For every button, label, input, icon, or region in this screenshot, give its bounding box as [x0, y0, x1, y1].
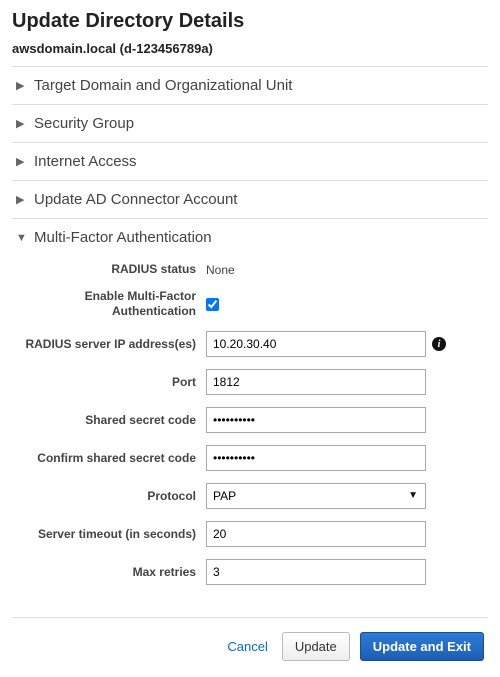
secret-label: Shared secret code	[16, 413, 206, 428]
enable-mfa-label: Enable Multi-Factor Authentication	[16, 289, 206, 319]
enable-mfa-checkbox[interactable]	[206, 298, 219, 311]
protocol-select[interactable]: PAP	[206, 483, 426, 509]
cancel-button[interactable]: Cancel	[223, 633, 271, 660]
chevron-right-icon: ▶	[16, 117, 26, 130]
section-label: Security Group	[34, 115, 134, 132]
radius-status-value: None	[206, 263, 235, 277]
chevron-down-icon: ▼	[16, 232, 26, 244]
port-input[interactable]	[206, 369, 426, 395]
radius-status-label: RADIUS status	[16, 262, 206, 277]
server-ip-label: RADIUS server IP address(es)	[16, 337, 206, 352]
section-target-domain[interactable]: ▶ Target Domain and Organizational Unit	[12, 66, 488, 104]
protocol-label: Protocol	[16, 489, 206, 504]
confirm-secret-label: Confirm shared secret code	[16, 451, 206, 466]
section-internet-access[interactable]: ▶ Internet Access	[12, 142, 488, 180]
port-label: Port	[16, 375, 206, 390]
chevron-right-icon: ▶	[16, 155, 26, 168]
page-subtitle: awsdomain.local (d-123456789a)	[12, 41, 488, 56]
chevron-right-icon: ▶	[16, 79, 26, 92]
section-label: Target Domain and Organizational Unit	[34, 77, 292, 94]
section-ad-connector[interactable]: ▶ Update AD Connector Account	[12, 180, 488, 218]
section-label: Update AD Connector Account	[34, 191, 237, 208]
secret-input[interactable]	[206, 407, 426, 433]
footer-actions: Cancel Update Update and Exit	[12, 618, 488, 667]
mfa-form: RADIUS status None Enable Multi-Factor A…	[12, 256, 488, 618]
update-button[interactable]: Update	[282, 632, 350, 661]
update-exit-button[interactable]: Update and Exit	[360, 632, 484, 661]
confirm-secret-input[interactable]	[206, 445, 426, 471]
retries-label: Max retries	[16, 565, 206, 580]
server-ip-input[interactable]	[206, 331, 426, 357]
retries-input[interactable]	[206, 559, 426, 585]
page-title: Update Directory Details	[12, 10, 488, 33]
section-security-group[interactable]: ▶ Security Group	[12, 104, 488, 142]
section-mfa[interactable]: ▼ Multi-Factor Authentication	[12, 218, 488, 256]
timeout-input[interactable]	[206, 521, 426, 547]
section-label: Internet Access	[34, 153, 137, 170]
chevron-right-icon: ▶	[16, 193, 26, 206]
info-icon[interactable]: i	[432, 337, 446, 351]
timeout-label: Server timeout (in seconds)	[16, 527, 206, 542]
section-label: Multi-Factor Authentication	[34, 229, 212, 246]
